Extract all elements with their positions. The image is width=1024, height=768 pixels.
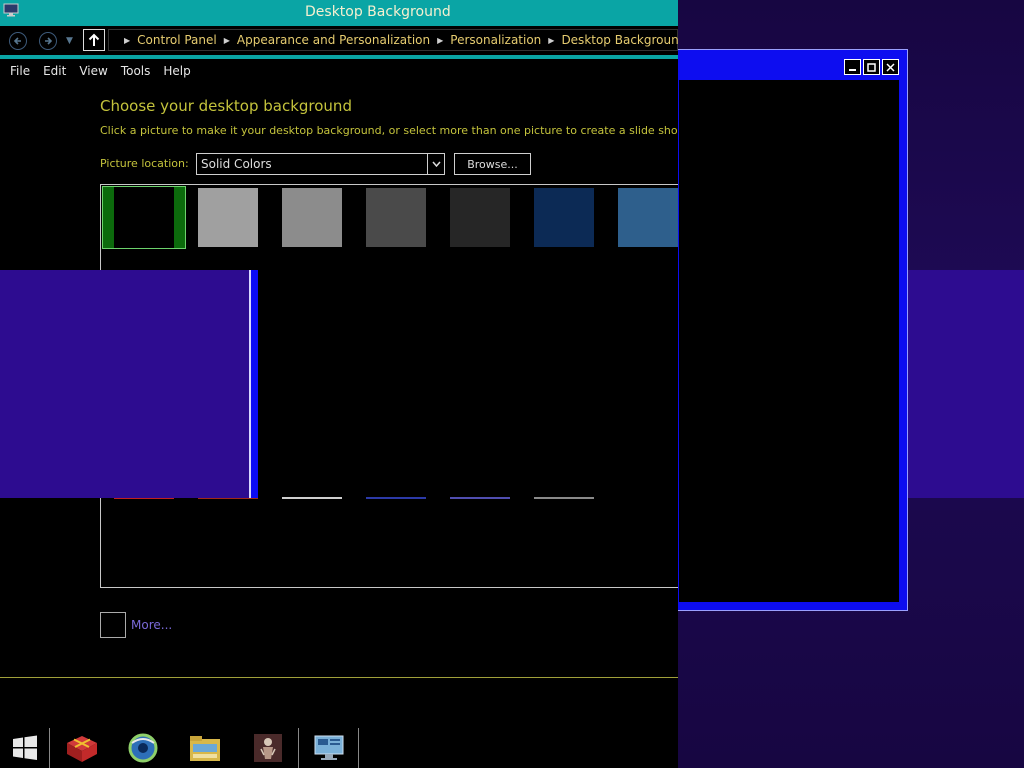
menu-file[interactable]: File [10, 64, 30, 78]
forward-arrow-icon [45, 37, 53, 45]
picture-location-label: Picture location: [100, 157, 189, 170]
overlay-panel [0, 270, 250, 498]
back-arrow-icon [13, 37, 21, 45]
color-swatch-edge[interactable] [534, 497, 594, 499]
maximize-icon [867, 62, 876, 72]
chevron-down-icon[interactable] [427, 154, 444, 174]
title-bar[interactable]: Desktop Background [0, 0, 678, 26]
media-player-icon [254, 734, 282, 762]
taskbar-separator [358, 728, 359, 768]
secondary-window-content [679, 80, 899, 602]
taskbar-app-media[interactable] [246, 728, 290, 768]
chevron-right-icon[interactable]: ▶ [437, 36, 443, 45]
color-swatch[interactable] [450, 188, 510, 247]
color-swatch[interactable] [198, 188, 258, 247]
more-colors-link[interactable]: More... [131, 618, 172, 632]
start-button[interactable] [0, 728, 50, 768]
menu-view[interactable]: View [79, 64, 107, 78]
taskbar-app-gift[interactable] [60, 728, 104, 768]
footer-divider [0, 677, 678, 678]
color-swatch[interactable] [534, 188, 594, 247]
taskbar-app-explorer[interactable] [182, 728, 228, 768]
forward-button[interactable] [39, 32, 57, 50]
menu-tools[interactable]: Tools [121, 64, 151, 78]
picture-location-value: Solid Colors [201, 157, 272, 171]
file-explorer-icon [190, 736, 220, 761]
color-swatch-edge[interactable] [366, 497, 426, 499]
color-swatch-edge[interactable] [282, 497, 342, 499]
page-description: Click a picture to make it your desktop … [100, 124, 678, 137]
taskbar-separator [298, 728, 299, 768]
swatch-selected[interactable] [102, 186, 186, 249]
chevron-right-icon: ▶ [124, 35, 131, 45]
browse-button[interactable]: Browse... [454, 153, 531, 175]
breadcrumb-personalization[interactable]: Personalization [450, 33, 541, 47]
back-button[interactable] [9, 32, 27, 50]
recent-pages-dropdown[interactable]: ▼ [66, 36, 73, 46]
maximize-button[interactable] [863, 59, 880, 75]
control-panel-icon [314, 735, 344, 760]
color-swatch[interactable] [282, 188, 342, 247]
breadcrumb-desktop-background[interactable]: Desktop Background [561, 33, 678, 47]
address-bar[interactable]: ▶ Control Panel ▶ Appearance and Persona… [108, 29, 678, 51]
up-button[interactable] [83, 29, 105, 51]
minimize-icon [849, 68, 856, 71]
gift-box-icon [67, 736, 97, 762]
close-button[interactable] [882, 59, 899, 75]
menu-edit[interactable]: Edit [43, 64, 66, 78]
chevron-right-icon[interactable]: ▶ [548, 36, 554, 45]
more-color-swatch[interactable] [100, 612, 126, 638]
secondary-window [670, 49, 908, 611]
chevron-right-icon[interactable]: ▶ [224, 36, 230, 45]
window-title: Desktop Background [305, 4, 451, 20]
overlay-panel-border [251, 270, 258, 498]
color-swatch[interactable] [366, 188, 426, 247]
browser-globe-icon [128, 733, 158, 763]
taskbar-app-browser[interactable] [120, 728, 166, 768]
breadcrumb-control-panel[interactable]: Control Panel [137, 33, 217, 47]
color-swatch[interactable] [618, 188, 678, 247]
taskbar [0, 728, 678, 768]
page-title: Choose your desktop background [100, 97, 352, 115]
breadcrumb-appearance[interactable]: Appearance and Personalization [237, 33, 430, 47]
minimize-button[interactable] [844, 59, 861, 75]
taskbar-app-control-panel[interactable] [308, 728, 350, 768]
windows-start-icon [12, 735, 37, 760]
close-icon [886, 62, 895, 72]
up-arrow-icon [88, 33, 100, 46]
menu-help[interactable]: Help [163, 64, 190, 78]
color-swatch-edge[interactable] [450, 497, 510, 499]
picture-location-select[interactable]: Solid Colors [196, 153, 445, 175]
menu-bar: File Edit View Tools Help [0, 59, 678, 83]
